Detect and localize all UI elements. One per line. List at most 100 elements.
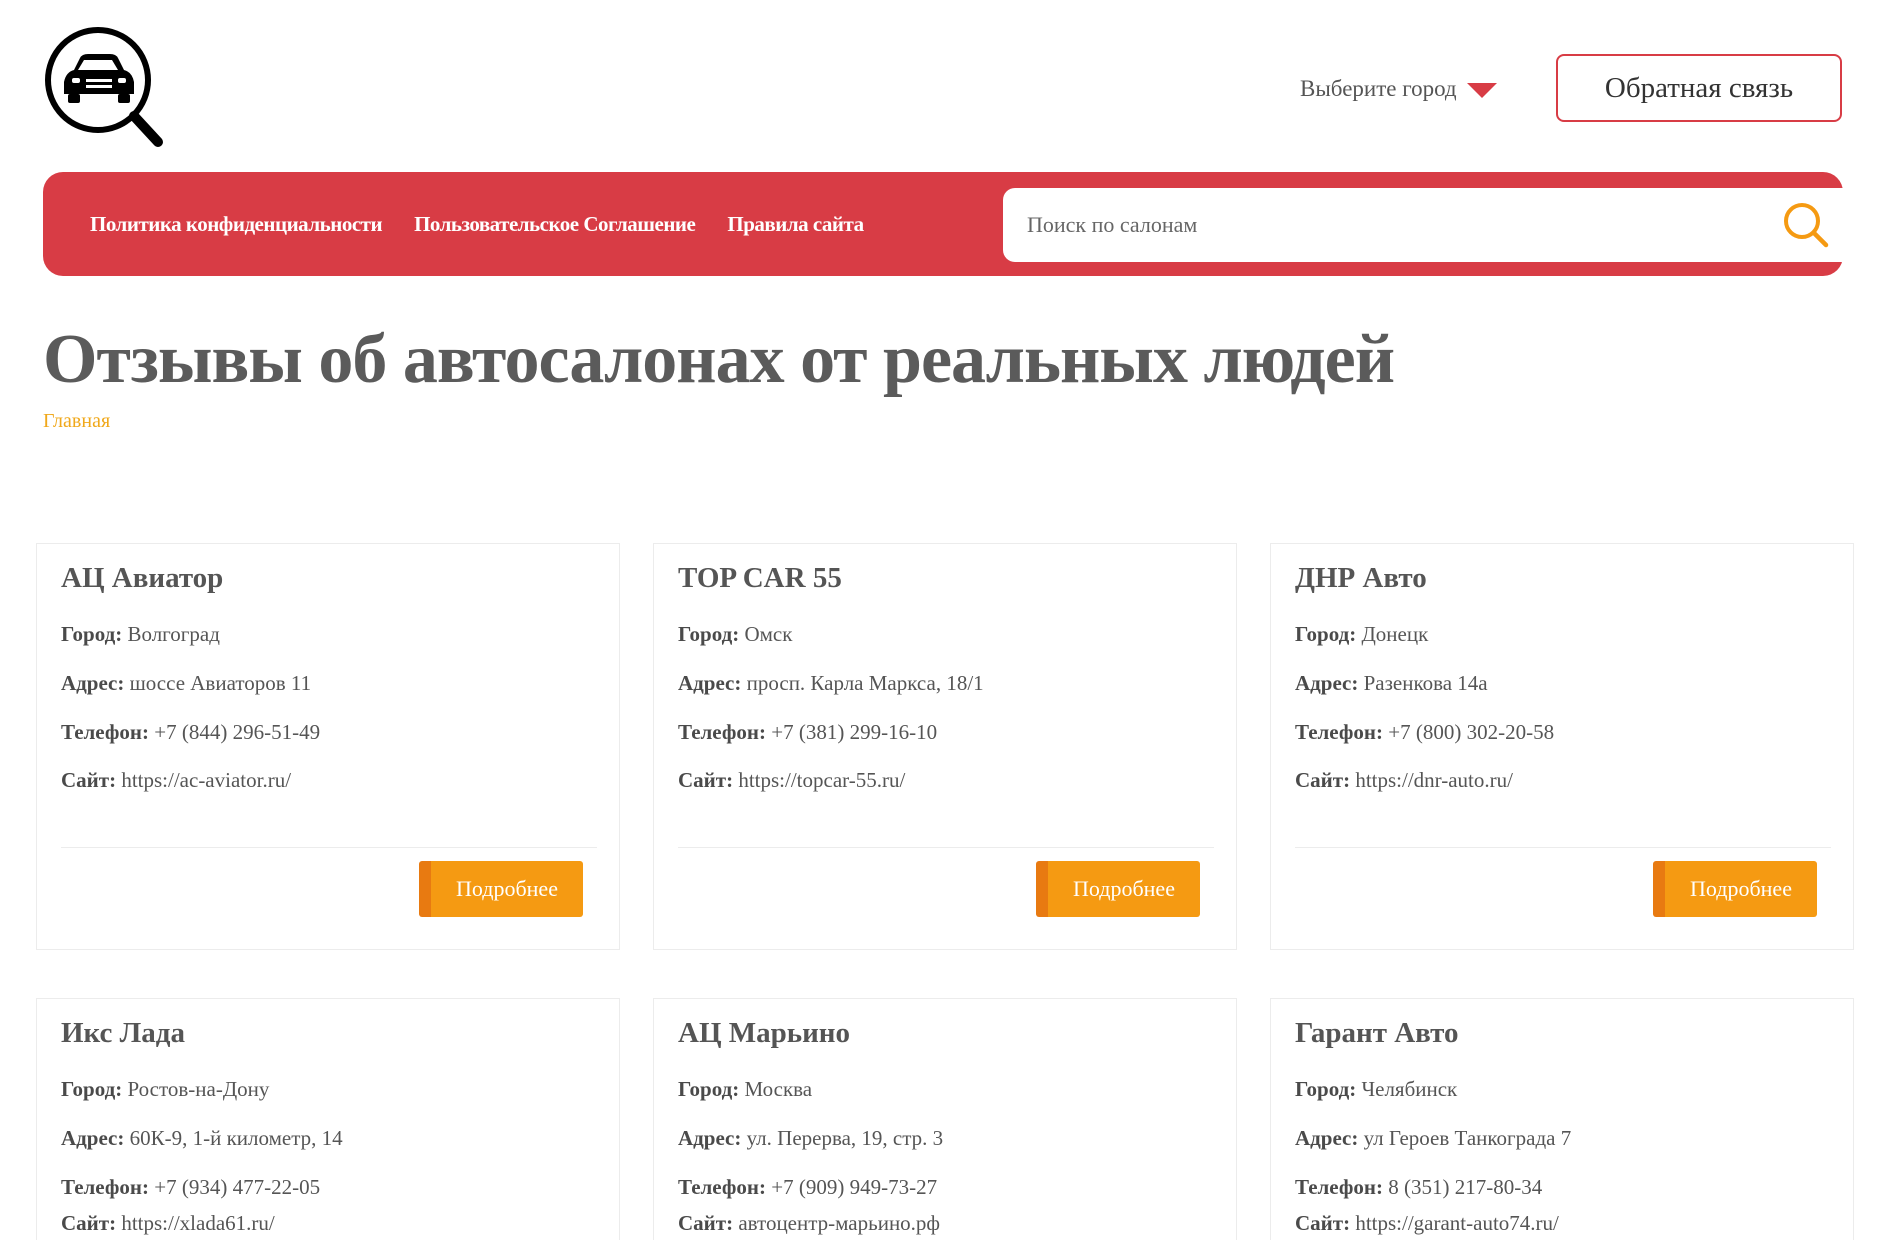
address-label: Адрес: — [678, 671, 742, 695]
dealer-address: Адрес: 60К-9, 1-й километр, 14 — [61, 1126, 343, 1151]
phone-label: Телефон: — [1295, 1175, 1384, 1199]
dealer-phone: Телефон: +7 (381) 299-16-10 — [678, 720, 937, 745]
main-navbar: Политика конфиденциальности Пользователь… — [43, 172, 1856, 276]
city-select-label: Выберите город — [1300, 76, 1457, 101]
dealer-phone: Телефон: +7 (844) 296-51-49 — [61, 720, 320, 745]
city-label: Город: — [678, 1077, 740, 1101]
page-title: Отзывы об автосалонах от реальных людей — [43, 321, 1395, 398]
dealer-phone: Телефон: +7 (800) 302-20-58 — [1295, 720, 1554, 745]
dealer-phone: Телефон: +7 (909) 949-73-27 — [678, 1175, 937, 1200]
dealer-site: Сайт: https://garant-auto74.ru/ — [1295, 1211, 1559, 1236]
dealer-city: Город: Омск — [678, 622, 792, 647]
more-button[interactable]: Подробнее — [1036, 861, 1200, 917]
phone-value: +7 (934) 477-22-05 — [154, 1175, 321, 1199]
city-value: Ростов-на-Дону — [127, 1077, 270, 1101]
nav-link-user-agreement[interactable]: Пользовательское Соглашение — [414, 212, 696, 237]
dealer-card: Икс Лада Город: Ростов-на-Дону Адрес: 60… — [36, 998, 620, 1240]
dealer-card: Гарант Авто Город: Челябинск Адрес: ул Г… — [1270, 998, 1854, 1240]
dealer-card: АЦ Марьино Город: Москва Адрес: ул. Пере… — [653, 998, 1237, 1240]
site-label: Сайт: — [678, 1211, 734, 1235]
site-label: Сайт: — [61, 1211, 117, 1235]
phone-value: +7 (909) 949-73-27 — [771, 1175, 938, 1199]
dealer-name[interactable]: Гарант Авто — [1295, 1017, 1458, 1050]
site-label: Сайт: — [1295, 768, 1351, 792]
dealer-name[interactable]: Икс Лада — [61, 1017, 185, 1050]
site-value: автоцентр-марьино.рф — [738, 1211, 941, 1235]
dealer-address: Адрес: ул. Перерва, 19, стр. 3 — [678, 1126, 943, 1151]
nav-link-site-rules[interactable]: Правила сайта — [727, 212, 864, 237]
address-label: Адрес: — [678, 1126, 742, 1150]
dealer-address: Адрес: просп. Карла Маркса, 18/1 — [678, 671, 984, 696]
address-value: просп. Карла Маркса, 18/1 — [746, 671, 984, 695]
city-label: Город: — [678, 622, 740, 646]
phone-value: +7 (844) 296-51-49 — [154, 720, 321, 744]
dealer-site: Сайт: https://ac-aviator.ru/ — [61, 768, 291, 793]
chevron-down-icon — [1466, 82, 1497, 98]
dealer-name[interactable]: ДНР Авто — [1295, 562, 1427, 595]
dealer-city: Город: Челябинск — [1295, 1077, 1457, 1102]
dealer-site: Сайт: https://topcar-55.ru/ — [678, 768, 905, 793]
phone-value: +7 (381) 299-16-10 — [771, 720, 938, 744]
dealer-site: Сайт: https://dnr-auto.ru/ — [1295, 768, 1513, 793]
site-label: Сайт: — [1295, 1211, 1351, 1235]
address-value: 60К-9, 1-й километр, 14 — [129, 1126, 343, 1150]
nav-link-privacy-policy[interactable]: Политика конфиденциальности — [90, 212, 383, 237]
city-value: Челябинск — [1361, 1077, 1458, 1101]
site-label: Сайт: — [61, 768, 117, 792]
dealer-city: Город: Волгоград — [61, 622, 220, 647]
card-divider — [678, 847, 1214, 848]
site-value: https://topcar-55.ru/ — [738, 768, 906, 792]
phone-label: Телефон: — [678, 720, 767, 744]
dealer-name[interactable]: TOP CAR 55 — [678, 562, 842, 595]
phone-label: Телефон: — [61, 1175, 150, 1199]
nav-links: Политика конфиденциальности Пользователь… — [90, 172, 864, 276]
city-label: Город: — [1295, 622, 1357, 646]
dealer-name[interactable]: АЦ Авиатор — [61, 562, 223, 595]
site-label: Сайт: — [678, 768, 734, 792]
dealer-address: Адрес: ул Героев Танкограда 7 — [1295, 1126, 1571, 1151]
search-box — [1003, 188, 1856, 262]
dealer-phone: Телефон: 8 (351) 217-80-34 — [1295, 1175, 1542, 1200]
dealer-site: Сайт: https://xlada61.ru/ — [61, 1211, 275, 1236]
phone-label: Телефон: — [61, 720, 150, 744]
feedback-button[interactable]: Обратная связь — [1556, 54, 1842, 122]
site-value: https://dnr-auto.ru/ — [1355, 768, 1513, 792]
card-divider — [61, 847, 597, 848]
city-select[interactable]: Выберите город — [1300, 76, 1497, 102]
card-divider — [1295, 847, 1831, 848]
phone-value: 8 (351) 217-80-34 — [1388, 1175, 1543, 1199]
city-value: Донецк — [1361, 622, 1429, 646]
address-label: Адрес: — [61, 1126, 125, 1150]
dealer-address: Адрес: шоссе Авиаторов 11 — [61, 671, 311, 696]
more-button[interactable]: Подробнее — [1653, 861, 1817, 917]
address-label: Адрес: — [1295, 1126, 1359, 1150]
city-value: Волгоград — [127, 622, 220, 646]
dealer-name[interactable]: АЦ Марьино — [678, 1017, 850, 1050]
address-label: Адрес: — [61, 671, 125, 695]
dealer-address: Адрес: Разенкова 14а — [1295, 671, 1488, 696]
city-label: Город: — [61, 622, 123, 646]
phone-label: Телефон: — [678, 1175, 767, 1199]
dealer-card: ДНР Авто Город: Донецк Адрес: Разенкова … — [1270, 543, 1854, 950]
more-button[interactable]: Подробнее — [419, 861, 583, 917]
phone-value: +7 (800) 302-20-58 — [1388, 720, 1555, 744]
site-value: https://xlada61.ru/ — [121, 1211, 275, 1235]
dealer-city: Город: Москва — [678, 1077, 812, 1102]
dealer-city: Город: Ростов-на-Дону — [61, 1077, 269, 1102]
address-value: Разенкова 14а — [1363, 671, 1488, 695]
dealer-city: Город: Донецк — [1295, 622, 1428, 647]
site-value: https://garant-auto74.ru/ — [1355, 1211, 1559, 1235]
address-value: шоссе Авиаторов 11 — [129, 671, 312, 695]
dealer-site: Сайт: автоцентр-марьино.рф — [678, 1211, 940, 1236]
search-input[interactable] — [1003, 188, 1780, 262]
site-logo-car-search-icon[interactable] — [42, 24, 166, 150]
address-value: ул. Перерва, 19, стр. 3 — [746, 1126, 944, 1150]
city-label: Город: — [1295, 1077, 1357, 1101]
dealer-card: TOP CAR 55 Город: Омск Адрес: просп. Кар… — [653, 543, 1237, 950]
breadcrumb-home[interactable]: Главная — [43, 410, 110, 433]
search-icon[interactable] — [1780, 199, 1832, 251]
site-value: https://ac-aviator.ru/ — [121, 768, 292, 792]
phone-label: Телефон: — [1295, 720, 1384, 744]
address-label: Адрес: — [1295, 671, 1359, 695]
city-label: Город: — [61, 1077, 123, 1101]
